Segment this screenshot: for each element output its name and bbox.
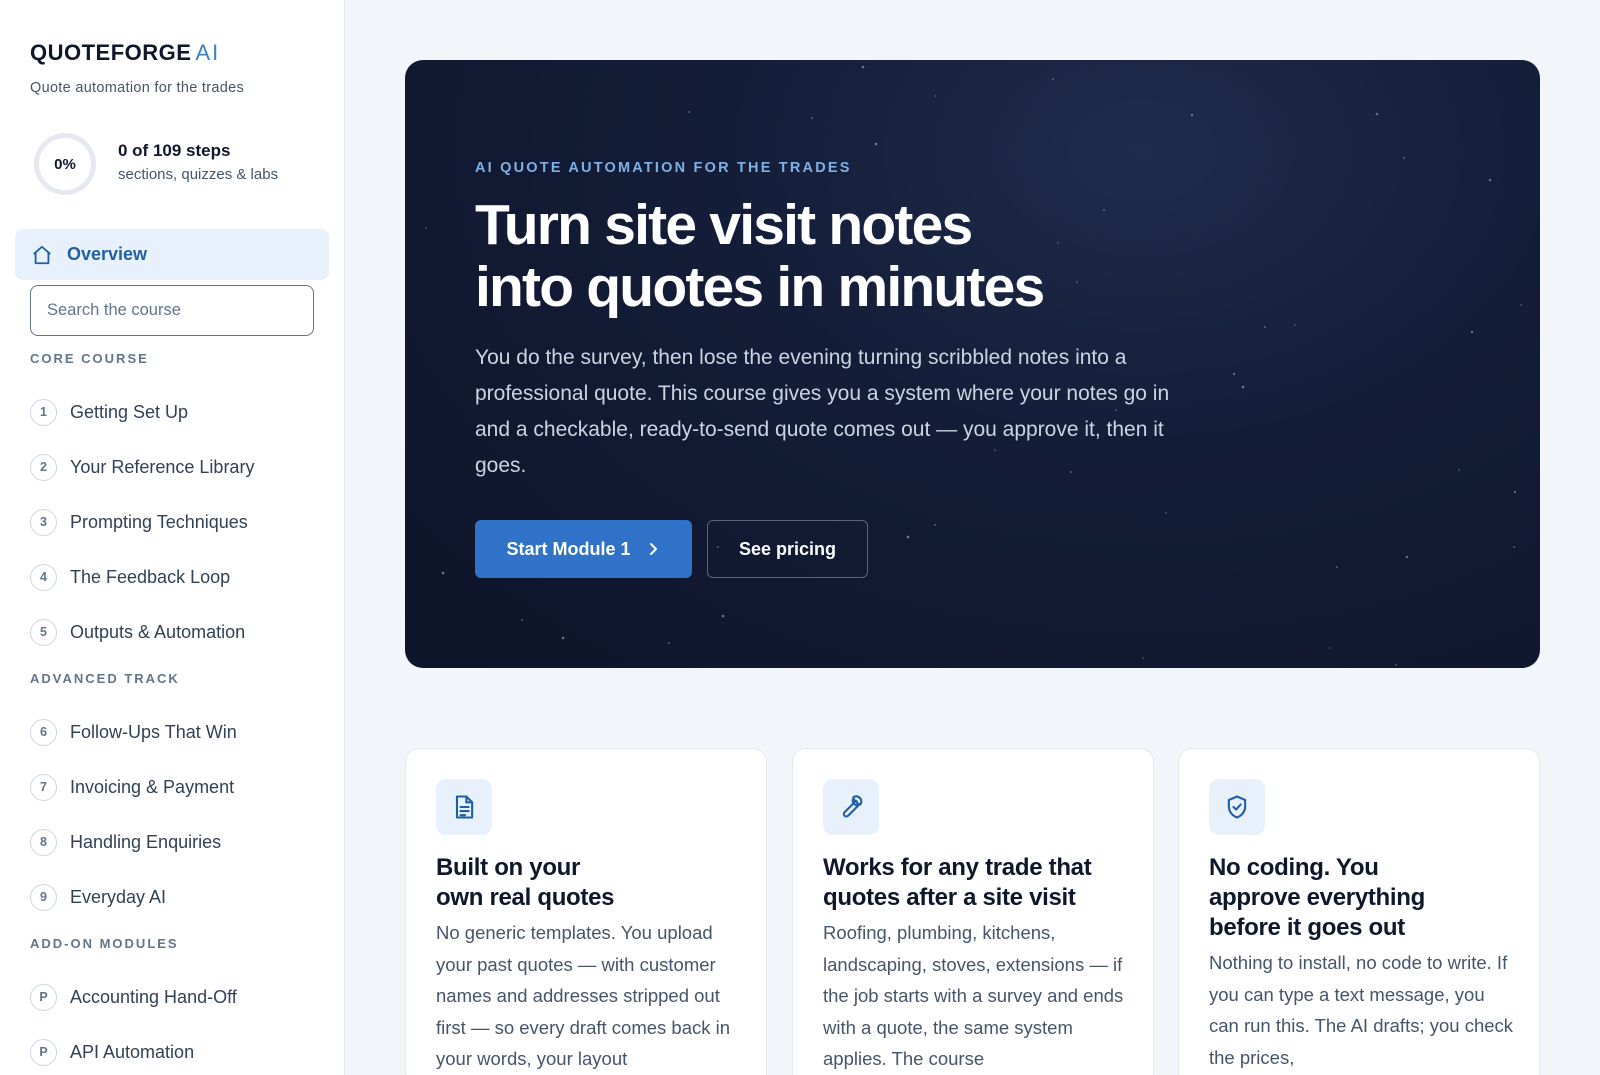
progress-steps: 0 of 109 steps — [118, 141, 231, 160]
see-pricing-button[interactable]: See pricing — [707, 520, 868, 578]
hero-banner: AI QUOTE AUTOMATION FOR THE TRADES Turn … — [405, 60, 1540, 668]
card-icon-badge — [436, 779, 492, 835]
card-title: No coding. You approve everything before… — [1209, 853, 1509, 943]
sidebar-item-module-9[interactable]: 9 Everyday AI — [30, 877, 330, 917]
sidebar-item-module-1[interactable]: 1 Getting Set Up — [30, 392, 330, 432]
card-body: Roofing, plumbing, kitchens, landscaping… — [823, 922, 1124, 1069]
hero-headline-line-1: Turn site visit notes — [475, 193, 973, 257]
sidebar-item-addon-api[interactable]: P API Automation — [30, 1032, 330, 1072]
sidebar-item-label: Overview — [67, 244, 148, 264]
module-number-badge: 6 — [30, 718, 57, 746]
card-icon-badge — [823, 779, 879, 835]
card-body: No generic templates. You upload your pa… — [436, 922, 731, 1069]
sidebar-item-label: API Automation — [70, 1041, 195, 1062]
sidebar-item-label: Accounting Hand-Off — [70, 986, 237, 1007]
sidebar-item-label: Outputs & Automation — [70, 621, 246, 642]
sidebar-item-label: Prompting Techniques — [70, 511, 248, 532]
hero-description: You do the survey, then lose the evening… — [475, 346, 1170, 477]
sidebar: QUOTEFORGE AI Quote automation for the tr… — [0, 0, 345, 1075]
sidebar-item-module-8[interactable]: 8 Handling Enquiries — [30, 822, 330, 862]
start-module-button[interactable]: Start Module 1 — [475, 520, 692, 578]
start-module-label: Start Module 1 — [506, 538, 631, 559]
sidebar-item-module-6[interactable]: 6 Follow-Ups That Win — [30, 712, 330, 752]
card-title-line: No coding. You — [1209, 854, 1379, 881]
sidebar-item-label: Invoicing & Payment — [70, 776, 235, 797]
sidebar-item-module-7[interactable]: 7 Invoicing & Payment — [30, 767, 330, 807]
card-title: Works for any trade that quotes after a … — [823, 853, 1123, 913]
progress-sub-label: sections, quizzes & labs — [118, 166, 279, 183]
section-heading-core: CORE COURSE — [30, 351, 149, 366]
document-icon — [455, 795, 474, 819]
sidebar-item-module-2[interactable]: 2 Your Reference Library — [30, 447, 330, 487]
card-title-line: quotes after a site visit — [823, 884, 1076, 911]
wrench-icon — [842, 795, 863, 818]
feature-card-any-trade: Works for any trade that quotes after a … — [792, 748, 1154, 1075]
sidebar-item-module-4[interactable]: 4 The Feedback Loop — [30, 557, 330, 597]
hero-headline-line-2: into quotes in minutes — [475, 255, 1045, 319]
sidebar-item-label: Getting Set Up — [70, 401, 189, 422]
sidebar-item-addon-accounting[interactable]: P Accounting Hand-Off — [30, 977, 330, 1017]
feature-card-own-quotes: Built on your own real quotes No generic… — [405, 748, 767, 1075]
card-title-line: own real quotes — [436, 884, 615, 911]
brand-logo[interactable]: QUOTEFORGE AI — [30, 40, 220, 66]
hero-headline: Turn site visit notes into quotes in min… — [475, 194, 1275, 318]
sidebar-item-label: Follow-Ups That Win — [70, 721, 237, 742]
sidebar-item-module-3[interactable]: 3 Prompting Techniques — [30, 502, 330, 542]
shield-check-icon — [1227, 795, 1247, 819]
sidebar-item-label: The Feedback Loop — [70, 566, 231, 587]
sidebar-item-label: Your Reference Library — [70, 456, 255, 477]
module-number-badge: 7 — [30, 773, 57, 801]
module-number-badge: 1 — [30, 398, 57, 426]
brand-tagline: Quote automation for the trades — [30, 80, 245, 96]
module-number-badge: P — [30, 983, 57, 1011]
module-number-badge: 9 — [30, 883, 57, 911]
card-title: Built on your own real quotes — [436, 853, 736, 913]
section-heading-addons: ADD-ON MODULES — [30, 936, 179, 951]
module-number-badge: 4 — [30, 563, 57, 591]
section-heading-advanced: ADVANCED TRACK — [30, 671, 180, 686]
card-title-line: Built on your — [436, 854, 581, 881]
see-pricing-label: See pricing — [738, 538, 837, 559]
card-title-line: Works for any trade that — [823, 854, 1092, 881]
sidebar-item-overview[interactable]: Overview — [15, 229, 329, 280]
brand-suffix: AI — [195, 40, 221, 65]
progress-ring: 0% — [34, 133, 96, 195]
sidebar-item-label: Handling Enquiries — [70, 831, 222, 852]
home-icon — [33, 245, 51, 264]
module-number-badge: 5 — [30, 618, 57, 646]
feature-card-no-coding: No coding. You approve everything before… — [1178, 748, 1540, 1075]
module-number-badge: 8 — [30, 828, 57, 856]
module-number-badge: 3 — [30, 508, 57, 536]
search-input[interactable] — [30, 285, 314, 336]
module-number-badge: 2 — [30, 453, 57, 481]
progress-percent: 0% — [54, 155, 76, 173]
sidebar-item-label: Everyday AI — [70, 886, 167, 907]
card-title-line: before it goes out — [1209, 914, 1405, 941]
sidebar-item-module-5[interactable]: 5 Outputs & Automation — [30, 612, 330, 652]
module-number-badge: P — [30, 1038, 57, 1066]
card-icon-badge — [1209, 779, 1265, 835]
chevron-right-icon — [649, 543, 657, 555]
hero-eyebrow: AI QUOTE AUTOMATION FOR THE TRADES — [475, 160, 852, 176]
card-body: Nothing to install, no code to write. If… — [1209, 952, 1514, 1068]
card-title-line: approve everything — [1209, 884, 1426, 911]
brand-name: QUOTEFORGE — [30, 40, 192, 65]
